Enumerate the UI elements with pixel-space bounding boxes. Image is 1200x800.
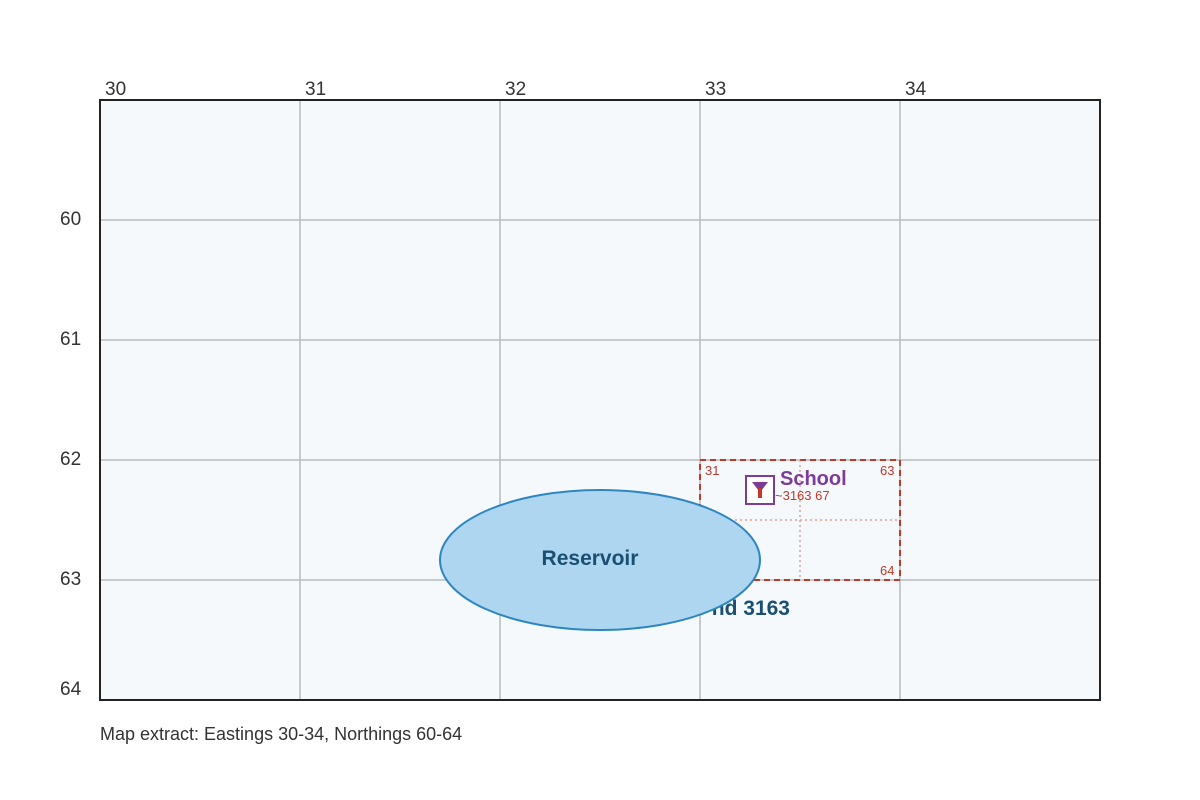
northing-label: 62 bbox=[60, 449, 81, 470]
school-icon bbox=[745, 475, 775, 505]
school-grid-reference: ~3163 67 bbox=[775, 488, 830, 503]
zoom-corner-label: 63 bbox=[880, 463, 894, 478]
easting-label: 33 bbox=[705, 79, 726, 100]
map-caption: Map extract: Eastings 30-34, Northings 6… bbox=[100, 724, 462, 744]
zoom-corner-label: 31 bbox=[705, 463, 719, 478]
easting-label: 32 bbox=[505, 79, 526, 100]
easting-label: 34 bbox=[905, 79, 927, 100]
zoom-corner-label: 64 bbox=[880, 563, 894, 578]
school-label: School bbox=[780, 468, 847, 490]
northing-label: 60 bbox=[60, 209, 81, 230]
easting-label: 31 bbox=[305, 79, 326, 100]
easting-label: 30 bbox=[105, 79, 126, 100]
northing-label: 64 bbox=[60, 679, 82, 700]
map: 30 31 32 33 34 60 61 62 63 64 nd 3163 31… bbox=[60, 79, 1101, 744]
northing-label: 61 bbox=[60, 329, 81, 350]
reservoir-label: Reservoir bbox=[542, 547, 639, 570]
northing-label: 63 bbox=[60, 569, 81, 590]
